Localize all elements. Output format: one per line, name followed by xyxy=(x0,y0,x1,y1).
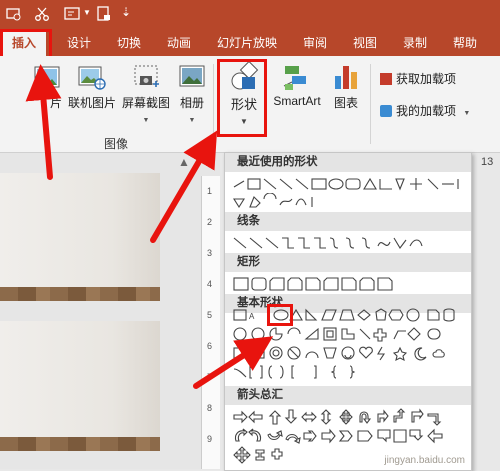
recent-shapes-row[interactable] xyxy=(232,175,464,193)
oval-shape-highlight xyxy=(267,304,293,326)
recent-shapes-header: 最近使用的形状 xyxy=(225,153,471,172)
screenshot-label: 屏幕截图 xyxy=(121,96,170,110)
online-pictures-label: 联机图片 xyxy=(67,96,116,110)
addins-icon xyxy=(380,105,392,117)
customize-qat-icon[interactable]: ⇣ xyxy=(121,5,131,19)
slide-floor-image xyxy=(0,437,160,451)
ruler-number: 6 xyxy=(207,341,213,351)
basic-shapes-row-3[interactable] xyxy=(232,344,464,362)
smartart-icon xyxy=(283,66,306,90)
smartart-button[interactable]: SmartArt xyxy=(270,62,324,122)
svg-text:A: A xyxy=(249,312,255,321)
slide-thumbnail[interactable] xyxy=(0,173,160,301)
screenshot-chevron-icon: ▼ xyxy=(142,117,150,124)
photo-album-label: 相册 xyxy=(179,96,204,110)
tab-help[interactable]: 帮助 xyxy=(448,30,482,56)
picture-icon xyxy=(34,66,60,88)
new-slide-icon[interactable] xyxy=(96,6,112,22)
ribbon-tab-bar: 插入 设计 切换 动画 幻灯片放映 审阅 视图 录制 帮助 xyxy=(0,30,500,56)
tab-record[interactable]: 录制 xyxy=(398,30,432,56)
store-icon xyxy=(380,73,392,85)
screenshot-button[interactable]: 屏幕截图 ▼ xyxy=(120,62,172,124)
block-arrows-row-1[interactable] xyxy=(232,408,464,426)
my-addins-chevron-icon: ▼ xyxy=(463,110,471,117)
tab-design[interactable]: 设计 xyxy=(62,30,96,56)
ruler-number: 1 xyxy=(207,186,213,196)
online-pictures-button[interactable]: 联机图片 xyxy=(66,62,118,122)
album-chevron-icon: ▼ xyxy=(188,117,196,124)
tab-review[interactable]: 审阅 xyxy=(298,30,332,56)
vertical-ruler: 1 2 3 4 5 6 7 8 9 xyxy=(201,176,220,469)
tab-slideshow[interactable]: 幻灯片放映 xyxy=(210,30,284,56)
get-addins-button[interactable]: 获取加载项 xyxy=(380,70,456,88)
lines-header: 线条 xyxy=(225,212,471,231)
slide-thumbnail[interactable] xyxy=(0,321,160,451)
images-group-label: 图像 xyxy=(104,137,129,151)
block-arrows-header: 箭头总汇 xyxy=(225,386,471,405)
slideshow-icon[interactable] xyxy=(6,6,22,22)
scissors-icon[interactable] xyxy=(34,6,50,22)
my-addins-button[interactable]: 我的加载项 ▼ xyxy=(380,102,470,120)
basic-shapes-row-2[interactable] xyxy=(232,325,464,343)
ruler-tick-label: 13 xyxy=(481,156,494,168)
ruler-number: 8 xyxy=(207,403,213,413)
tab-animations[interactable]: 动画 xyxy=(162,30,196,56)
my-addins-label: 我的加载项 xyxy=(396,104,457,118)
ribbon-separator xyxy=(213,64,214,144)
ruler-number: 4 xyxy=(207,279,213,289)
photo-album-button[interactable]: 相册 ▼ xyxy=(174,62,210,124)
rectangles-row[interactable] xyxy=(232,275,464,293)
rectangles-header: 矩形 xyxy=(225,253,471,272)
slide-floor-image xyxy=(0,287,160,301)
online-pictures-icon xyxy=(78,66,106,90)
recent-shapes-row-2[interactable] xyxy=(232,193,464,211)
slide-thumbnails-pane: ▲ xyxy=(0,153,220,469)
basic-shapes-row-4[interactable] xyxy=(232,363,464,381)
ruler-number: 2 xyxy=(207,217,213,227)
ribbon-separator xyxy=(370,64,371,144)
collapse-pane-icon[interactable]: ▲ xyxy=(178,155,190,169)
quick-access-toolbar: ▼ ⇣ xyxy=(0,0,500,30)
chart-button[interactable]: 图表 xyxy=(326,62,366,122)
shapes-button-highlight xyxy=(217,59,267,137)
watermark-text: jingyan.baidu.com xyxy=(384,455,465,466)
photo-album-icon xyxy=(179,65,205,87)
picture-label: 片 xyxy=(49,96,62,110)
ruler-number: 5 xyxy=(207,310,213,320)
block-arrows-row-2[interactable] xyxy=(232,427,464,445)
chart-icon xyxy=(335,66,357,89)
picture-button[interactable]: 片 xyxy=(30,62,64,122)
tab-transitions[interactable]: 切换 xyxy=(112,30,146,56)
ruler-number: 3 xyxy=(207,248,213,258)
smartart-label: SmartArt xyxy=(273,94,321,108)
get-addins-label: 获取加载项 xyxy=(396,72,457,86)
tab-view[interactable]: 视图 xyxy=(348,30,382,56)
chart-label: 图表 xyxy=(333,96,358,110)
dropdown-chevron-icon[interactable]: ▼ xyxy=(83,8,91,17)
screenshot-icon xyxy=(134,65,159,87)
shapes-dropdown-menu: 最近使用的形状 线条 矩形 基本形状 A 箭头总汇 jingyan.baidu.… xyxy=(224,152,472,471)
lines-row[interactable] xyxy=(232,234,464,252)
text-box-icon[interactable] xyxy=(64,6,80,22)
ruler-number: 7 xyxy=(207,372,213,382)
ruler-number: 9 xyxy=(207,434,213,444)
